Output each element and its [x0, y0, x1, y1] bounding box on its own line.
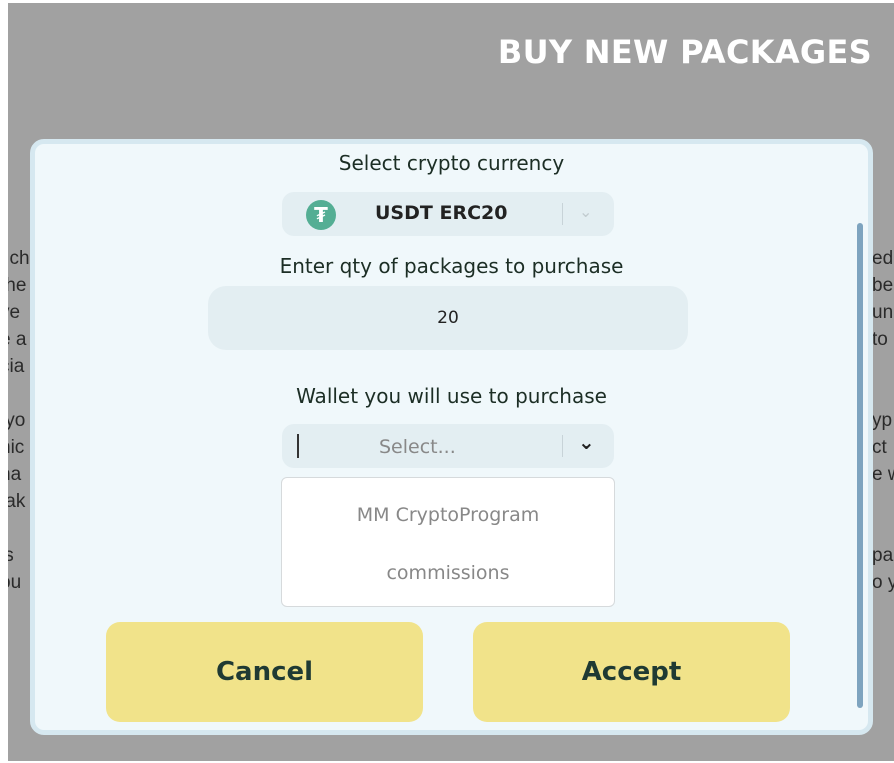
chevron-down-icon[interactable]: ⌄ [578, 430, 595, 454]
chevron-down-icon[interactable]: ⌄ [579, 202, 592, 221]
quantity-label: Enter qty of packages to purchase [279, 254, 624, 278]
page-title: BUY NEW PACKAGES [497, 33, 872, 71]
wallet-option[interactable]: commissions [282, 562, 614, 584]
select-separator [562, 435, 563, 457]
background-text-left: l ch the ve e a cia yo hic ha tak ls ou [8, 248, 30, 593]
wallet-dropdown-menu: MM CryptoProgram commissions [281, 477, 615, 607]
wallet-select[interactable]: Select... ⌄ [282, 424, 614, 468]
wallet-option[interactable]: MM CryptoProgram [282, 504, 614, 526]
modal-scrollbar[interactable] [857, 148, 865, 730]
wallet-placeholder: Select... [379, 436, 456, 458]
select-separator [562, 203, 563, 225]
scrollbar-thumb[interactable] [857, 223, 863, 708]
quantity-input[interactable] [208, 286, 688, 350]
currency-select[interactable]: ₮ USDT ERC20 ⌄ [282, 192, 614, 236]
text-caret [297, 434, 299, 458]
wallet-label: Wallet you will use to purchase [296, 384, 607, 408]
currency-label: Select crypto currency [338, 151, 565, 175]
tether-icon: ₮ [306, 200, 336, 230]
currency-selected-value: USDT ERC20 [375, 202, 508, 224]
accept-button[interactable]: Accept [473, 622, 790, 722]
cancel-button[interactable]: Cancel [106, 622, 423, 722]
background-text-right: ed be un to yp ct e w pa o y [872, 248, 894, 593]
